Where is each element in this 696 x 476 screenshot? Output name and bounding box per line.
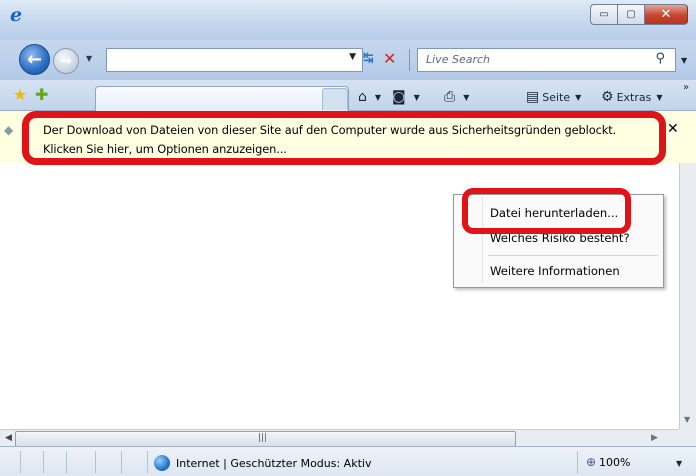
minimize-button[interactable]: ▭ [590,4,617,25]
browser-window: e ▭ ▢ ✕ ← → ▼ ▼ ↹ ✕ Live Search ⚲ ▼ ★ ✚ … [0,0,696,476]
menu-separator [488,255,658,256]
status-bar: Internet | Geschützter Modus: Aktiv ⊕ 10… [0,446,696,476]
search-input[interactable]: Live Search ⚲ [417,48,676,72]
chevron-down-icon: ▼ [463,92,470,102]
feeds-icon: ◙ [392,89,406,105]
page-menu-button[interactable]: ▤ Seite ▼ [526,88,581,106]
print-button[interactable]: ⎙ ▼ [444,88,469,106]
new-tab-button[interactable] [322,88,348,110]
globe-icon [154,455,170,471]
page-menu-label: Seite [542,90,571,104]
search-icon[interactable]: ⚲ [655,51,665,66]
close-window-button[interactable]: ✕ [644,4,688,25]
more-commands-icon[interactable]: » [683,82,689,93]
scroll-down-icon[interactable]: ▼ [684,415,690,424]
feeds-button[interactable]: ◙ ▼ [392,88,420,106]
status-divider [43,451,44,473]
tools-menu-button[interactable]: ⚙ Extras ▼ [601,88,663,106]
horizontal-scrollbar[interactable]: ◀ ||| ▶ [0,429,679,447]
menu-item-what-is-the-risk[interactable]: Welches Risiko besteht? [490,231,630,245]
history-dropdown-icon[interactable]: ▼ [86,54,96,64]
maximize-button[interactable]: ▢ [617,4,644,25]
browser-tab[interactable] [95,86,349,111]
navigation-bar: ← → ▼ ▼ ↹ ✕ Live Search ⚲ ▼ [0,40,696,80]
vertical-scrollbar[interactable]: ▼ [679,163,696,429]
address-field[interactable]: ▼ [106,48,363,72]
back-button[interactable]: ← [19,44,50,75]
status-divider [577,451,578,473]
menu-item-download-file[interactable]: Datei herunterladen... [490,206,618,220]
tools-gear-icon: ⚙ [601,89,614,105]
shield-icon: ◆ [4,123,14,137]
status-divider [20,451,21,473]
chevron-down-icon: ▼ [374,92,382,102]
status-divider [95,451,96,473]
zoom-icon[interactable]: ⊕ [586,455,596,469]
print-icon: ⎙ [444,89,456,105]
refresh-icon[interactable]: ↹ [363,51,381,69]
infobar-message-line2: Klicken Sie hier, um Optionen anzuzeigen… [43,142,287,156]
scroll-left-icon[interactable]: ◀ [5,433,12,443]
information-bar[interactable]: ◆ Der Download von Dateien von dieser Si… [0,111,696,164]
status-divider [147,451,148,473]
search-placeholder: Live Search [426,53,490,66]
ie-logo-icon: e [10,4,23,26]
chevron-down-icon: ▼ [413,92,420,102]
close-icon[interactable]: ✕ [667,121,679,137]
add-favorites-icon[interactable]: ✚ [35,85,48,104]
zoom-level[interactable]: 100% [599,456,630,469]
caption-buttons: ▭ ▢ ✕ [590,4,688,25]
home-icon: ⌂ [358,89,367,105]
address-dropdown-icon[interactable]: ▼ [349,52,356,62]
home-button[interactable]: ⌂ ▼ [358,88,381,106]
status-divider [121,451,122,473]
security-zone-text[interactable]: Internet | Geschützter Modus: Aktiv [176,457,371,470]
page-icon: ▤ [526,89,540,105]
stop-icon[interactable]: ✕ [383,49,401,69]
title-bar: e ▭ ▢ ✕ [0,0,696,40]
infobar-message-line1: Der Download von Dateien von dieser Site… [43,123,617,137]
chevron-down-icon: ▼ [656,92,663,102]
status-divider [66,451,67,473]
chevron-down-icon: ▼ [575,92,582,102]
command-bar: ★ ✚ ⌂ ▼ ◙ ▼ ⎙ ▼ ▤ Seite ▼ ⚙ Extras ▼ » [0,80,696,111]
horizontal-scroll-thumb[interactable]: ||| [15,431,516,447]
grip-icon: ||| [258,433,268,443]
nav-separator [409,49,410,71]
search-options-dropdown-icon[interactable]: ▼ [681,56,687,65]
context-menu: Datei herunterladen... Welches Risiko be… [453,194,664,288]
favorites-star-icon[interactable]: ★ [13,85,27,104]
scrollbar-corner [679,429,696,446]
menu-item-more-information[interactable]: Weitere Informationen [490,264,620,278]
scroll-right-icon[interactable]: ▶ [651,433,658,443]
tools-menu-label: Extras [616,90,652,104]
forward-button[interactable]: → [53,48,79,74]
menu-gutter [482,197,483,283]
zoom-dropdown-icon[interactable]: ▼ [676,459,682,468]
